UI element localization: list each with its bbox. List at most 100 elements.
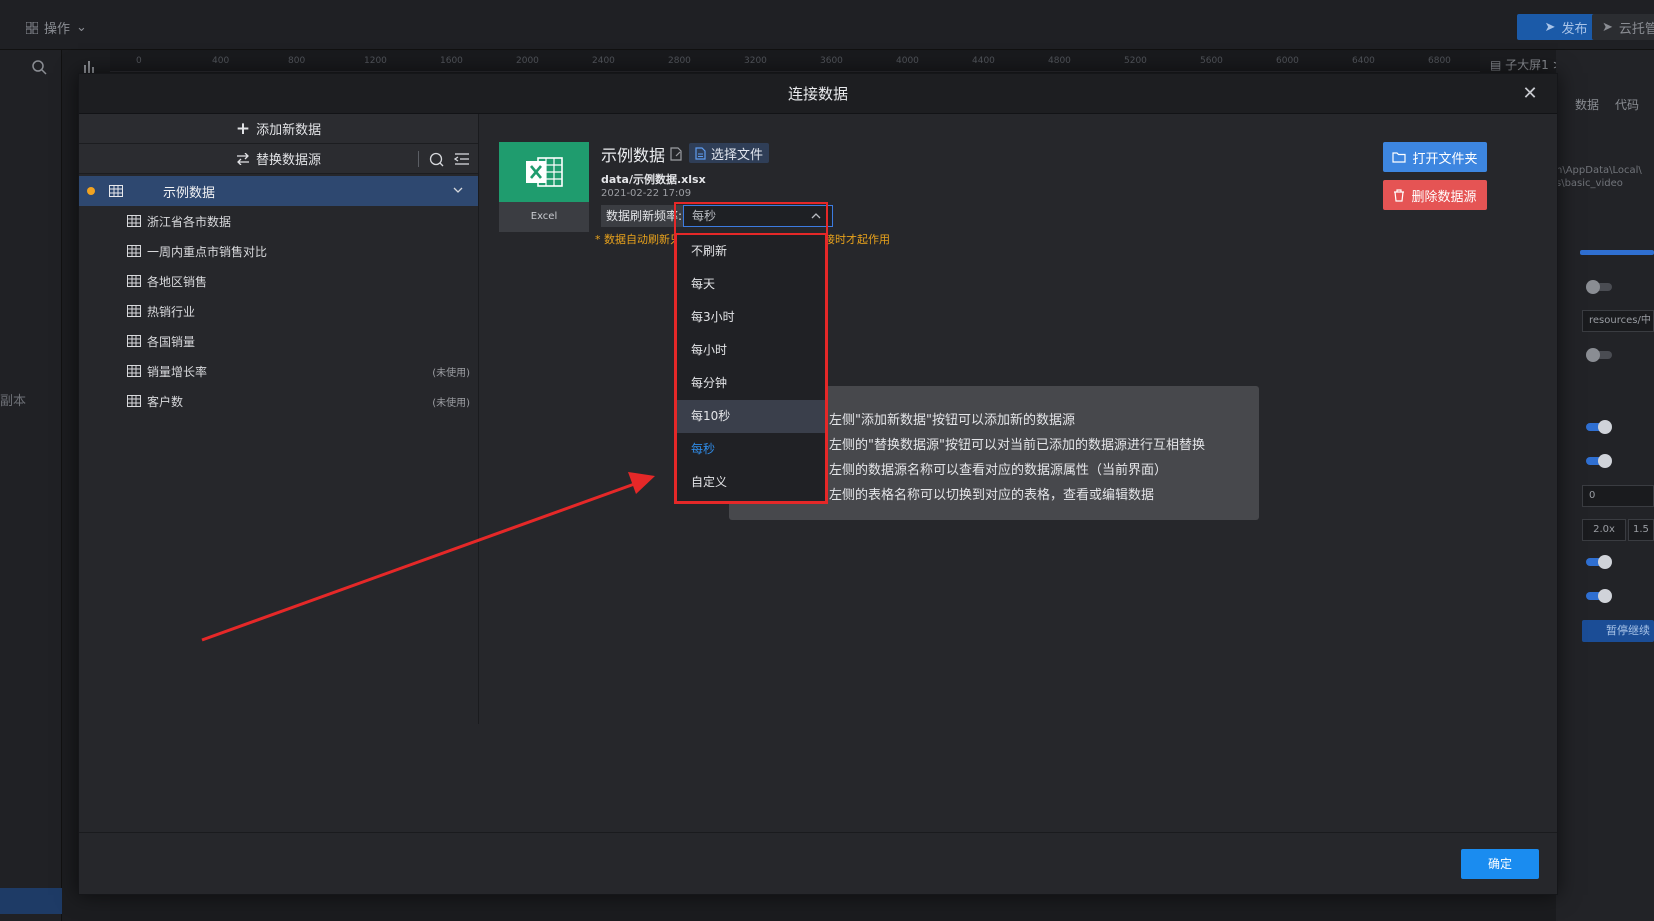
table-icon	[127, 365, 141, 377]
progress-bar[interactable]	[1580, 250, 1654, 255]
publish-label: 发布	[1561, 21, 1588, 37]
folder-icon	[1392, 152, 1407, 163]
layer-copy-label: 副本	[0, 394, 27, 409]
ruler-tick-label: 2000	[516, 56, 539, 66]
search-icon[interactable]	[429, 152, 444, 167]
chart-icon[interactable]	[82, 58, 98, 74]
trash-icon	[1394, 188, 1405, 202]
ruler-tick-label: 1600	[440, 56, 463, 66]
unused-tag: (未使用)	[432, 397, 470, 409]
right-panel-tabs: 数据 代码	[1575, 96, 1639, 113]
grid-icon	[26, 21, 38, 34]
edit-icon[interactable]	[669, 147, 683, 161]
file-icon	[695, 146, 706, 160]
replace-datasource-label: 替换数据源	[255, 153, 321, 168]
delete-datasource-button[interactable]: 删除数据源	[1383, 180, 1487, 210]
pause-resume-button[interactable]: 暂停继续	[1582, 620, 1654, 642]
unused-tag: (未使用)	[432, 367, 470, 379]
ruler-tick-label: 1200	[364, 56, 387, 66]
table-item[interactable]: 热销行业	[79, 296, 478, 326]
dropdown-option[interactable]: 每分钟	[677, 367, 825, 400]
table-item[interactable]: 客户数 (未使用)	[79, 386, 478, 416]
table-icon	[127, 245, 141, 257]
table-name: 浙江省各市数据	[147, 214, 232, 229]
number-input[interactable]: 0	[1582, 485, 1654, 507]
collapse-list-icon[interactable]	[454, 152, 470, 166]
toggle-switch[interactable]	[1586, 348, 1612, 362]
datasource-title: 示例数据	[601, 142, 683, 166]
chevron-down-icon: ⌄	[76, 20, 87, 35]
swap-icon	[236, 152, 249, 165]
help-line: 左侧"添加新数据"按钮可以添加新的数据源	[829, 413, 1075, 428]
table-item[interactable]: 各国销量	[79, 326, 478, 356]
active-dot	[87, 187, 95, 195]
table-name: 各地区销售	[147, 274, 208, 289]
cloud-hosting-button[interactable]: ➤ 云托管	[1592, 14, 1654, 40]
add-data-label: 添加新数据	[256, 123, 322, 138]
chevron-down-icon[interactable]	[452, 184, 464, 196]
dropdown-option[interactable]: 每10秒	[677, 400, 825, 433]
horizontal-ruler: 0 400 800 1200 1600 2000 2400 2800 3200 3600 4000 4…	[110, 50, 1480, 72]
refresh-frequency-label: 数据刷新频率:	[601, 205, 688, 227]
add-data-button[interactable]: + 添加新数据	[79, 114, 478, 144]
table-item[interactable]: 销量增长率 (未使用)	[79, 356, 478, 386]
table-icon	[127, 305, 141, 317]
document-icon: ▤	[1490, 58, 1502, 72]
confirm-button[interactable]: 确定	[1461, 849, 1539, 879]
help-line: 左侧的数据源名称可以查看对应的数据源属性（当前界面）	[829, 463, 1168, 478]
toggle-switch[interactable]	[1586, 454, 1612, 468]
table-list: 浙江省各市数据一周内重点市销售对比各地区销售热销行业 各国销量 销量增长率 (未使用)…	[79, 206, 478, 416]
editor-topbar: 操作 ⌄ ➤ 发布 ➤ 云托管	[0, 0, 1654, 50]
table-item[interactable]: 一周内重点市销售对比	[79, 236, 478, 266]
dropdown-option[interactable]: 自定义	[677, 466, 825, 499]
dropdown-option[interactable]: 每小时	[677, 334, 825, 367]
file-date: 2021-02-22 17:09	[601, 188, 692, 199]
ruler-tick-label: 6400	[1352, 56, 1375, 66]
ruler-tick-label: 2400	[592, 56, 615, 66]
help-line: 左侧的表格名称可以切换到对应的表格，查看或编辑数据	[829, 488, 1155, 503]
table-item[interactable]: 各地区销售	[79, 266, 478, 296]
ruler-tick-label: 400	[212, 56, 230, 66]
excel-icon	[526, 157, 563, 187]
speed-option[interactable]: 1.5	[1628, 519, 1654, 541]
ruler-tick-label: 2800	[668, 56, 691, 66]
dropdown-option[interactable]: 每秒	[677, 433, 825, 466]
ruler-tick-label: 3600	[820, 56, 843, 66]
search-icon[interactable]	[31, 59, 47, 75]
datasource-title-text: 示例数据	[601, 146, 666, 165]
video-path-line1: n\AppData\Local\	[1556, 165, 1642, 176]
selected-layer[interactable]	[0, 888, 62, 914]
table-icon	[127, 215, 141, 227]
ruler-tick-label: 4000	[896, 56, 919, 66]
plus-icon: +	[235, 118, 251, 139]
speed-option[interactable]: 2.0x	[1582, 519, 1626, 541]
table-name: 客户数	[147, 394, 184, 409]
dropdown-option[interactable]: 每3小时	[677, 301, 825, 334]
editor-left-panel	[0, 50, 62, 921]
table-item[interactable]: 浙江省各市数据	[79, 206, 478, 236]
open-folder-label: 打开文件夹	[1412, 151, 1478, 167]
tab-code[interactable]: 代码	[1615, 96, 1639, 113]
toggle-switch[interactable]	[1586, 420, 1612, 434]
choose-file-label: 选择文件	[711, 147, 764, 163]
send-icon: ➤	[1544, 19, 1556, 35]
dialog-footer: 确定	[79, 832, 1557, 894]
choose-file-button[interactable]: 选择文件	[689, 143, 770, 163]
refresh-frequency-select[interactable]: 每秒	[683, 205, 833, 227]
tab-data[interactable]: 数据	[1575, 96, 1599, 113]
dropdown-option[interactable]: 不刷新	[677, 235, 825, 268]
ruler-tick-label: 5600	[1200, 56, 1223, 66]
ruler-tick-label: 4400	[972, 56, 995, 66]
excel-logo	[499, 142, 589, 202]
operations-menu[interactable]: 操作 ⌄	[26, 18, 87, 37]
dropdown-option[interactable]: 每天	[677, 268, 825, 301]
toggle-switch[interactable]	[1586, 280, 1612, 294]
open-folder-button[interactable]: 打开文件夹	[1383, 142, 1487, 172]
toggle-switch[interactable]	[1586, 589, 1612, 603]
close-icon[interactable]: ✕	[1519, 83, 1541, 105]
video-path-line2: s\basic_video	[1556, 178, 1623, 189]
toggle-switch[interactable]	[1586, 555, 1612, 569]
datasource-item[interactable]: 示例数据	[79, 176, 478, 206]
resources-input[interactable]: resources/中	[1582, 310, 1654, 332]
replace-datasource-button[interactable]: 替换数据源	[79, 144, 478, 174]
